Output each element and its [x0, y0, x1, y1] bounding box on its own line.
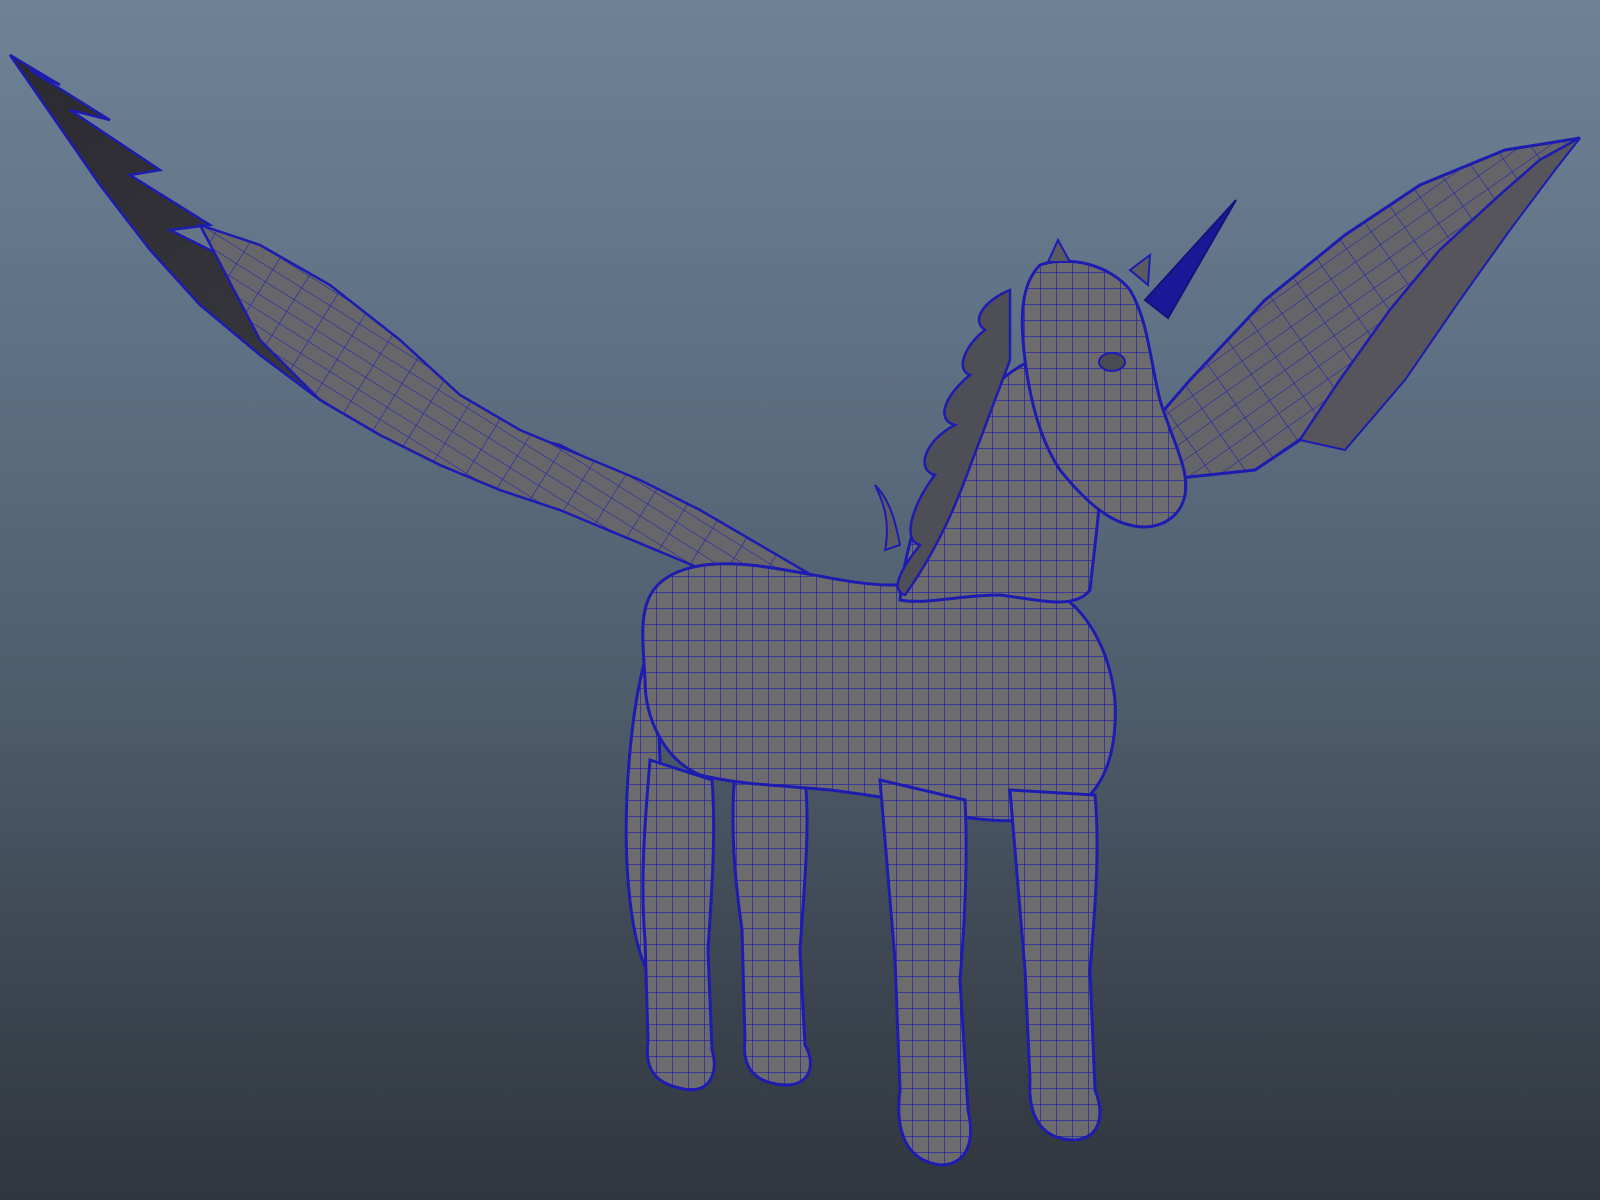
horn — [1143, 199, 1237, 320]
front-legs — [878, 778, 1102, 1167]
left-wing — [8, 53, 857, 627]
viewport-scene — [8, 53, 1581, 1167]
hind-legs — [641, 757, 812, 1092]
3d-viewport[interactable] — [0, 0, 1600, 1200]
ear — [1046, 237, 1072, 263]
eye — [1098, 352, 1126, 372]
right-wing — [1122, 136, 1581, 480]
ear — [1128, 252, 1152, 288]
